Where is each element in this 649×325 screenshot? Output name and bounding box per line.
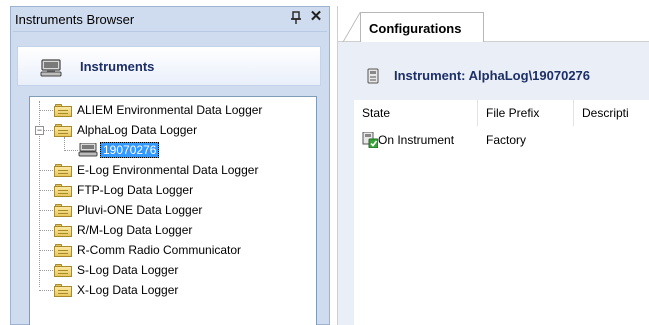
on-instrument-check-icon	[362, 132, 378, 148]
tree-item-pluvi-one[interactable]: Pluvi-ONE Data Logger	[54, 200, 202, 220]
tree-connector	[39, 110, 53, 111]
tree-connector	[39, 210, 53, 211]
folder-icon	[54, 243, 72, 257]
tree-item-r-comm[interactable]: R-Comm Radio Communicator	[54, 240, 241, 260]
tree-connector	[64, 150, 78, 151]
tree-item-aliem[interactable]: ALIEM Environmental Data Logger	[54, 100, 262, 120]
instrument-device-icon	[40, 59, 62, 77]
instrument-file-icon	[367, 68, 379, 84]
folder-icon	[54, 103, 72, 117]
tree-item-19070276[interactable]: 19070276	[78, 140, 160, 160]
tab-configurations[interactable]: Configurations	[360, 12, 484, 43]
folder-icon	[54, 263, 72, 277]
tree-item-label: S-Log Data Logger	[77, 263, 179, 277]
folder-icon	[54, 223, 72, 237]
tab-label: Configurations	[369, 21, 462, 36]
tree-connector	[44, 130, 53, 131]
tree-item-label: R-Comm Radio Communicator	[77, 243, 242, 257]
instruments-header-label: Instruments	[80, 59, 155, 74]
column-header-file-prefix[interactable]: File Prefix	[478, 100, 574, 126]
panel-title-bar: Instruments Browser ✕	[11, 7, 329, 31]
collapse-toggle-icon[interactable]: −	[35, 126, 44, 135]
row-state[interactable]: On Instrument	[378, 130, 454, 150]
pin-icon[interactable]	[289, 11, 303, 25]
tree-item-label: ALIEM Environmental Data Logger	[77, 103, 263, 117]
tree-item-label: R/M-Log Data Logger	[77, 223, 193, 237]
tree-connector	[39, 190, 53, 191]
tree-item-label: X-Log Data Logger	[77, 283, 179, 297]
instrument-device-icon	[78, 143, 98, 157]
tree-item-x-log[interactable]: X-Log Data Logger	[54, 280, 178, 300]
tree-connector	[39, 270, 53, 271]
tree-item-alphalog[interactable]: AlphaLog Data Logger	[54, 120, 197, 140]
instrument-header: Instrument: AlphaLog\19070276	[338, 42, 649, 96]
configurations-panel: Configurations Instrument: AlphaLog\1907…	[337, 6, 649, 325]
row-file-prefix[interactable]: Factory	[486, 130, 526, 150]
folder-icon	[54, 283, 72, 297]
tree-item-s-log[interactable]: S-Log Data Logger	[54, 260, 178, 280]
instrument-title: Instrument: AlphaLog\19070276	[394, 68, 591, 83]
close-icon[interactable]: ✕	[309, 9, 323, 24]
browser-content: Instruments − ALIEM Environmental Data L…	[13, 31, 327, 325]
tab-strip: Configurations	[338, 6, 649, 43]
tree-item-label: 19070276	[100, 142, 160, 158]
tree-item-elog[interactable]: E-Log Environmental Data Logger	[54, 160, 258, 180]
folder-icon	[54, 183, 72, 197]
configurations-grid: State File Prefix Descripti On Instrumen…	[354, 100, 649, 325]
panel-title: Instruments Browser	[15, 12, 135, 27]
tree-item-rm-log[interactable]: R/M-Log Data Logger	[54, 220, 192, 240]
folder-icon	[54, 123, 72, 137]
folder-icon	[54, 203, 72, 217]
configurations-body: Instrument: AlphaLog\19070276 State File…	[338, 42, 649, 325]
tree-item-ftp-log[interactable]: FTP-Log Data Logger	[54, 180, 193, 200]
tree-connector	[39, 170, 53, 171]
tree-connector	[39, 230, 53, 231]
folder-icon	[54, 163, 72, 177]
tree-item-label: FTP-Log Data Logger	[77, 183, 194, 197]
tree-item-label: AlphaLog Data Logger	[77, 123, 198, 137]
instruments-tree[interactable]: − ALIEM Environmental Data Logger AlphaL…	[29, 96, 317, 325]
tree-connector	[39, 250, 53, 251]
instruments-header: Instruments	[17, 46, 321, 86]
tree-item-label: E-Log Environmental Data Logger	[77, 163, 259, 177]
column-header-state[interactable]: State	[354, 100, 478, 126]
tree-connector	[39, 290, 53, 291]
column-header-description[interactable]: Descripti	[574, 100, 649, 126]
instruments-browser-panel: Instruments Browser ✕ Instruments − ALIE…	[10, 6, 330, 325]
tree-item-label: Pluvi-ONE Data Logger	[77, 203, 203, 217]
